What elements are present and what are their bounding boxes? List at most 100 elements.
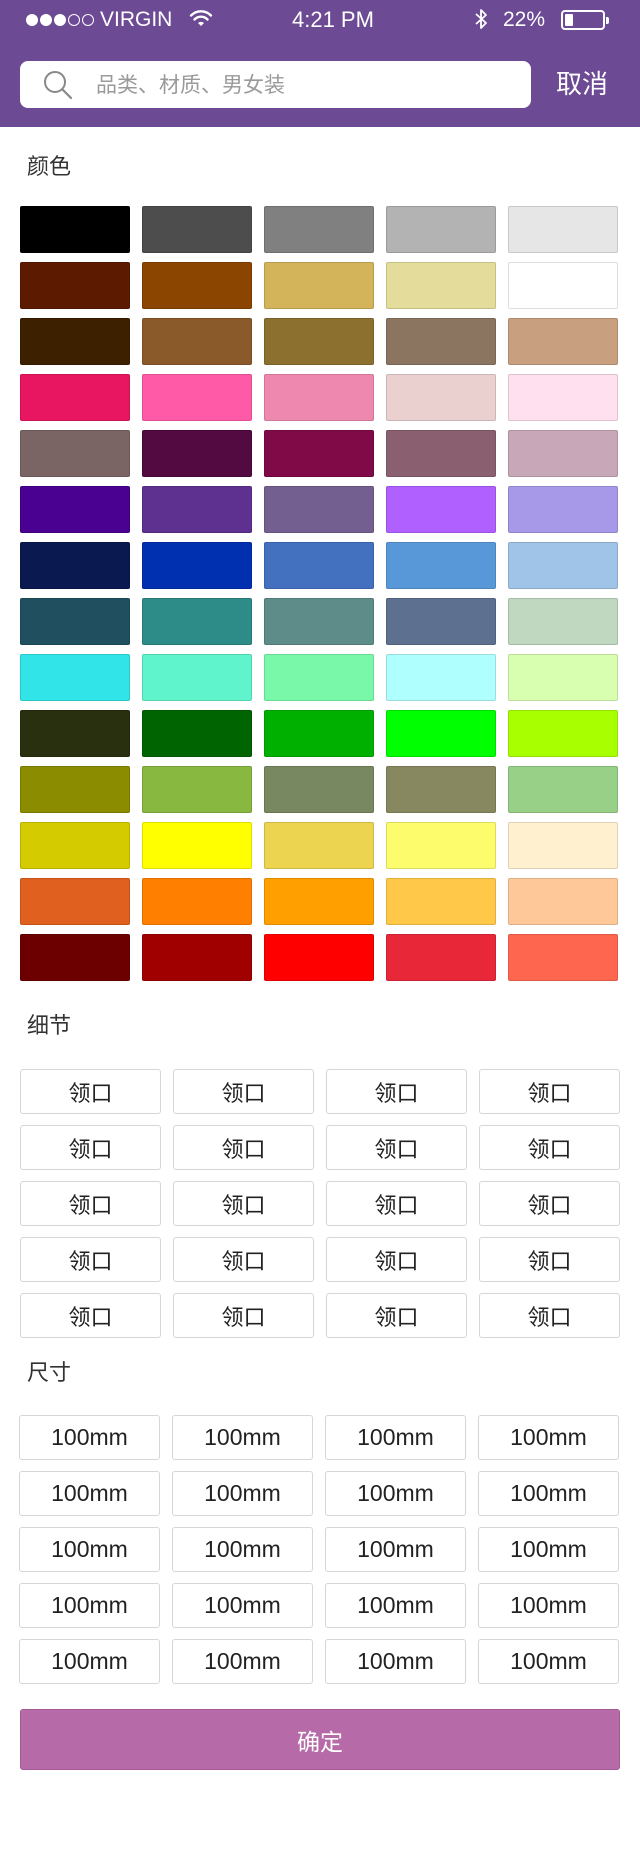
size-option[interactable]: 100mm xyxy=(19,1415,160,1460)
color-swatch[interactable] xyxy=(20,430,130,477)
color-swatch[interactable] xyxy=(20,878,130,925)
color-swatch[interactable] xyxy=(386,318,496,365)
color-swatch[interactable] xyxy=(508,318,618,365)
size-option[interactable]: 100mm xyxy=(478,1639,619,1684)
detail-option[interactable]: 领口 xyxy=(479,1125,620,1170)
color-swatch[interactable] xyxy=(20,262,130,309)
size-option[interactable]: 100mm xyxy=(478,1471,619,1516)
color-swatch[interactable] xyxy=(508,486,618,533)
color-swatch[interactable] xyxy=(20,654,130,701)
color-swatch[interactable] xyxy=(386,878,496,925)
color-swatch[interactable] xyxy=(142,262,252,309)
color-swatch[interactable] xyxy=(264,262,374,309)
color-swatch[interactable] xyxy=(264,318,374,365)
detail-option[interactable]: 领口 xyxy=(326,1125,467,1170)
size-option[interactable]: 100mm xyxy=(478,1583,619,1628)
detail-option[interactable]: 领口 xyxy=(20,1181,161,1226)
size-option[interactable]: 100mm xyxy=(325,1527,466,1572)
color-swatch[interactable] xyxy=(142,542,252,589)
color-swatch[interactable] xyxy=(264,766,374,813)
color-swatch[interactable] xyxy=(386,262,496,309)
detail-option[interactable]: 领口 xyxy=(479,1293,620,1338)
color-swatch[interactable] xyxy=(142,822,252,869)
detail-option[interactable]: 领口 xyxy=(326,1181,467,1226)
color-swatch[interactable] xyxy=(264,934,374,981)
color-swatch[interactable] xyxy=(386,598,496,645)
color-swatch[interactable] xyxy=(20,766,130,813)
detail-option[interactable]: 领口 xyxy=(479,1237,620,1282)
color-swatch[interactable] xyxy=(386,430,496,477)
color-swatch[interactable] xyxy=(20,486,130,533)
color-swatch[interactable] xyxy=(142,486,252,533)
color-swatch[interactable] xyxy=(20,710,130,757)
color-swatch[interactable] xyxy=(508,878,618,925)
detail-option[interactable]: 领口 xyxy=(326,1237,467,1282)
size-option[interactable]: 100mm xyxy=(325,1415,466,1460)
color-swatch[interactable] xyxy=(20,318,130,365)
color-swatch[interactable] xyxy=(20,374,130,421)
color-swatch[interactable] xyxy=(386,822,496,869)
color-swatch[interactable] xyxy=(264,374,374,421)
detail-option[interactable]: 领口 xyxy=(326,1293,467,1338)
color-swatch[interactable] xyxy=(386,374,496,421)
color-swatch[interactable] xyxy=(386,206,496,253)
detail-option[interactable]: 领口 xyxy=(20,1069,161,1114)
color-swatch[interactable] xyxy=(20,822,130,869)
detail-option[interactable]: 领口 xyxy=(173,1069,314,1114)
color-swatch[interactable] xyxy=(264,654,374,701)
color-swatch[interactable] xyxy=(142,430,252,477)
color-swatch[interactable] xyxy=(20,934,130,981)
color-swatch[interactable] xyxy=(142,598,252,645)
color-swatch[interactable] xyxy=(264,710,374,757)
detail-option[interactable]: 领口 xyxy=(479,1069,620,1114)
color-swatch[interactable] xyxy=(508,934,618,981)
color-swatch[interactable] xyxy=(386,934,496,981)
size-option[interactable]: 100mm xyxy=(478,1415,619,1460)
color-swatch[interactable] xyxy=(508,262,618,309)
search-input[interactable] xyxy=(94,67,518,104)
size-option[interactable]: 100mm xyxy=(19,1471,160,1516)
color-swatch[interactable] xyxy=(142,654,252,701)
search-box[interactable] xyxy=(20,61,531,108)
detail-option[interactable]: 领口 xyxy=(20,1125,161,1170)
color-swatch[interactable] xyxy=(264,542,374,589)
size-option[interactable]: 100mm xyxy=(19,1583,160,1628)
detail-option[interactable]: 领口 xyxy=(173,1293,314,1338)
color-swatch[interactable] xyxy=(264,878,374,925)
confirm-button[interactable]: 确定 xyxy=(20,1709,620,1770)
detail-option[interactable]: 领口 xyxy=(173,1237,314,1282)
size-option[interactable]: 100mm xyxy=(172,1639,313,1684)
size-option[interactable]: 100mm xyxy=(325,1639,466,1684)
color-swatch[interactable] xyxy=(386,542,496,589)
color-swatch[interactable] xyxy=(508,374,618,421)
color-swatch[interactable] xyxy=(264,430,374,477)
color-swatch[interactable] xyxy=(508,542,618,589)
cancel-button[interactable]: 取消 xyxy=(556,61,608,108)
color-swatch[interactable] xyxy=(20,206,130,253)
size-option[interactable]: 100mm xyxy=(19,1527,160,1572)
color-swatch[interactable] xyxy=(386,486,496,533)
color-swatch[interactable] xyxy=(142,766,252,813)
color-swatch[interactable] xyxy=(508,766,618,813)
color-swatch[interactable] xyxy=(142,878,252,925)
color-swatch[interactable] xyxy=(142,710,252,757)
color-swatch[interactable] xyxy=(264,822,374,869)
color-swatch[interactable] xyxy=(508,710,618,757)
size-option[interactable]: 100mm xyxy=(172,1583,313,1628)
detail-option[interactable]: 领口 xyxy=(20,1293,161,1338)
color-swatch[interactable] xyxy=(264,206,374,253)
detail-option[interactable]: 领口 xyxy=(479,1181,620,1226)
color-swatch[interactable] xyxy=(142,318,252,365)
detail-option[interactable]: 领口 xyxy=(173,1125,314,1170)
color-swatch[interactable] xyxy=(508,206,618,253)
color-swatch[interactable] xyxy=(142,374,252,421)
detail-option[interactable]: 领口 xyxy=(20,1237,161,1282)
color-swatch[interactable] xyxy=(386,766,496,813)
color-swatch[interactable] xyxy=(20,542,130,589)
color-swatch[interactable] xyxy=(142,934,252,981)
size-option[interactable]: 100mm xyxy=(172,1471,313,1516)
color-swatch[interactable] xyxy=(508,598,618,645)
color-swatch[interactable] xyxy=(20,598,130,645)
color-swatch[interactable] xyxy=(508,654,618,701)
size-option[interactable]: 100mm xyxy=(19,1639,160,1684)
